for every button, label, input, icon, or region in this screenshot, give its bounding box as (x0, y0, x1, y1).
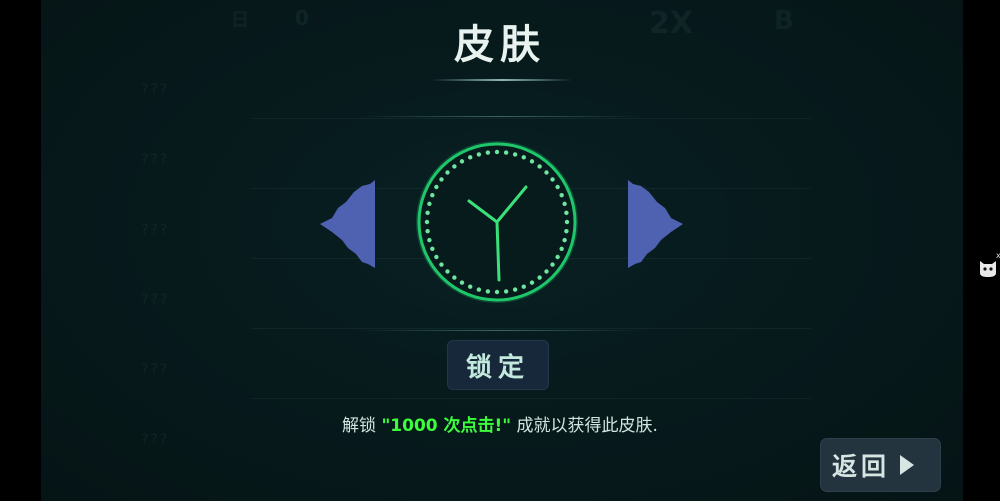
clock-dot (434, 254, 439, 260)
clock-dot (439, 177, 444, 182)
clock-dot (521, 155, 526, 160)
clock-dot (537, 275, 542, 280)
triangle-left-icon (320, 180, 375, 268)
hint-prefix: 解锁 (342, 416, 382, 436)
clock-dot (503, 289, 509, 294)
clock-dot (485, 150, 491, 155)
clock-dot (562, 237, 567, 243)
clock-dot (430, 193, 435, 198)
clock-dot (564, 210, 569, 216)
clock-dot (476, 287, 482, 292)
skin-preview (415, 140, 579, 304)
title-underline (432, 79, 572, 81)
clock-dot (512, 152, 518, 157)
prev-skin-button[interactable] (318, 178, 376, 270)
clock-dot (424, 219, 430, 225)
clock-dot (485, 289, 491, 294)
clock-dot (427, 201, 432, 207)
play-arrow-icon (900, 455, 915, 475)
hint-achievement: "1000 次点击!" (381, 416, 512, 436)
next-skin-button[interactable] (627, 178, 685, 270)
clock-dot (445, 170, 450, 175)
unlock-hint: 解锁 "1000 次点击!" 成就以获得此皮肤. (0, 411, 1000, 436)
clock-dot (559, 246, 564, 251)
clock-dot (555, 184, 560, 190)
clock-dot (537, 164, 542, 169)
clock-dot (544, 269, 549, 274)
page-title: 皮肤 (454, 22, 546, 68)
clock-dot (562, 201, 567, 207)
hint-suffix: 成就以获得此皮肤. (511, 416, 658, 436)
clock-dot (529, 159, 535, 164)
clock-dot (425, 228, 430, 234)
triangle-right-icon (628, 180, 683, 268)
clock-dot (452, 275, 457, 280)
clock-dot (564, 228, 569, 234)
clock-dot (512, 287, 518, 292)
clock-dot (555, 254, 560, 260)
clock-dot (476, 152, 482, 157)
clock-dot (439, 262, 444, 267)
clock-dot (521, 284, 526, 289)
back-button-label: 返回 (832, 452, 891, 481)
clock-dot (550, 177, 555, 182)
clock-dot (544, 170, 549, 175)
close-icon[interactable]: x (996, 252, 1000, 260)
clock-dot (529, 280, 535, 285)
clock-dot (494, 289, 500, 295)
clock-dot (559, 193, 564, 198)
clock-dot (503, 150, 509, 155)
clock-dot (459, 280, 465, 285)
clock-dot (425, 210, 430, 216)
clock-dot (468, 155, 473, 160)
clock-dot (430, 246, 435, 251)
clock-dot (459, 159, 465, 164)
lock-status-button[interactable]: 锁定 (447, 340, 549, 390)
clock-dot (468, 284, 473, 289)
clock-dot (427, 237, 432, 243)
clock-dot (445, 269, 450, 274)
clock-dot (494, 149, 500, 155)
clock-dot (434, 184, 439, 190)
back-button[interactable]: 返回 (820, 438, 941, 492)
preview-frame-top (360, 116, 640, 117)
clock-icon (416, 141, 578, 303)
clock-dot (550, 262, 555, 267)
clock-dot (452, 164, 457, 169)
preview-frame-bottom (360, 330, 640, 331)
clock-dot (564, 219, 570, 225)
